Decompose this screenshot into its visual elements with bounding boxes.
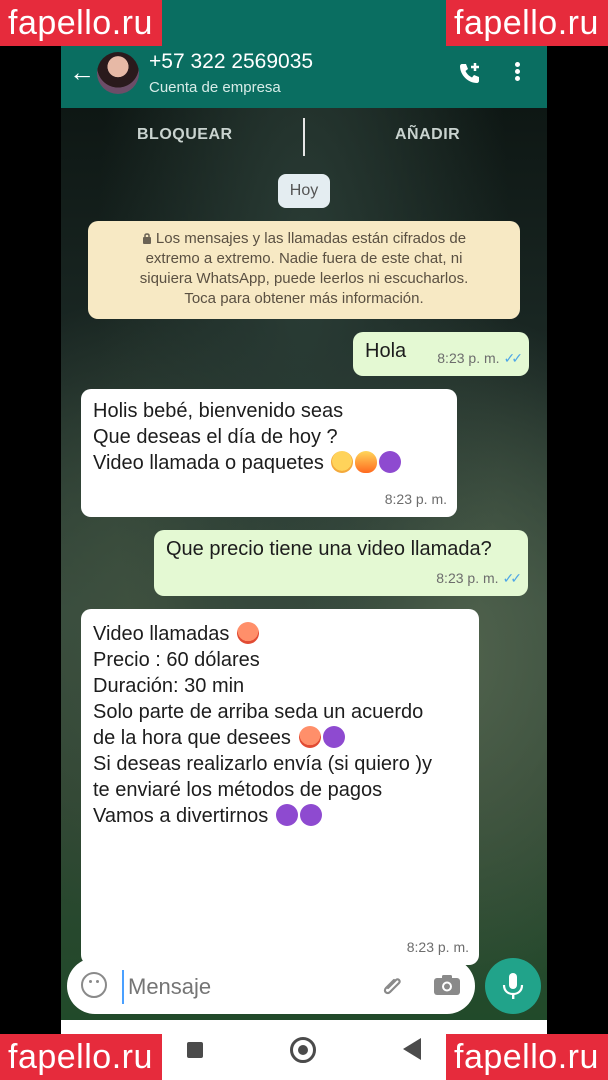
watermark: fapello.ru <box>446 0 608 46</box>
devil-emoji-icon <box>322 726 345 748</box>
notice-line: Los mensajes y las llamadas están cifrad… <box>155 230 467 247</box>
message-text: Que deseas el día de hoy ? <box>93 426 338 448</box>
fire-emoji-icon <box>355 451 378 473</box>
read-ticks-icon: ✓✓ <box>503 350 524 366</box>
devil-emoji-icon <box>379 451 402 473</box>
watermark: fapello.ru <box>0 0 162 46</box>
message-text: Video llamada o paquetes <box>93 452 324 474</box>
add-contact-button[interactable]: AÑADIR <box>395 126 460 144</box>
message-composer <box>67 958 475 1014</box>
microphone-icon <box>502 973 524 999</box>
encryption-notice[interactable]: Los mensajes y las llamadas están cifrad… <box>88 221 520 319</box>
kiss-emoji-icon <box>331 451 354 473</box>
contact-subtitle: Cuenta de empresa <box>149 79 281 96</box>
message-time: 8:23 p. m. <box>436 570 499 586</box>
contact-name[interactable]: +57 322 2569035 <box>149 50 313 74</box>
message-time: 8:23 p. m. <box>384 491 447 507</box>
message-text: Holis bebé, bienvenido seas <box>93 400 344 422</box>
notice-line: Toca para obtener más información. <box>184 290 424 307</box>
message-text: Que precio tiene una video llamada? <box>166 538 492 560</box>
more-options-icon[interactable] <box>513 60 521 86</box>
notice-line: siquiera WhatsApp, puede leerlos ni escu… <box>139 270 469 287</box>
message-bubble-outgoing[interactable]: Hola 8:23 p. m. ✓✓ <box>353 332 529 376</box>
microphone-button[interactable] <box>485 958 541 1014</box>
recent-apps-icon[interactable] <box>187 1042 203 1058</box>
message-input[interactable] <box>122 970 370 1004</box>
attach-paperclip-icon[interactable] <box>379 972 407 1000</box>
message-meta: 8:23 p. m. ✓✓ <box>437 345 524 371</box>
camera-icon[interactable] <box>433 974 461 996</box>
read-ticks-icon: ✓✓ <box>502 570 523 586</box>
watermark: fapello.ru <box>446 1034 608 1080</box>
watermark: fapello.ru <box>0 1034 162 1080</box>
nav-back-icon[interactable] <box>403 1038 421 1060</box>
message-bubble-incoming[interactable]: Holis bebé, bienvenido seas Que deseas e… <box>81 389 457 517</box>
message-text: Video llamadas <box>93 623 230 645</box>
lock-icon <box>142 233 151 244</box>
back-arrow-icon[interactable]: ← <box>69 58 97 86</box>
message-bubble-incoming[interactable]: Video llamadas Precio : 60 dólares Durac… <box>81 609 479 965</box>
message-bubble-outgoing[interactable]: Que precio tiene una video llamada? 8:23… <box>154 530 528 596</box>
message-time: 8:23 p. m. <box>437 350 500 366</box>
emoji-picker-icon[interactable] <box>81 972 107 998</box>
message-text: te enviaré los métodos de pagos <box>93 779 383 801</box>
devil-emoji-icon <box>275 804 298 826</box>
contact-action-bar: BLOQUEAR AÑADIR <box>61 108 547 166</box>
message-text: Vamos a divertirnos <box>93 805 269 827</box>
message-text: Duración: 30 min <box>93 675 245 697</box>
message-text: de la hora que desees <box>93 727 291 749</box>
home-icon[interactable] <box>290 1037 316 1063</box>
chat-area[interactable]: BLOQUEAR AÑADIR Hoy Los mensajes y las l… <box>61 108 547 1020</box>
contact-avatar[interactable] <box>97 52 139 94</box>
add-call-icon[interactable] <box>455 60 483 88</box>
message-text: Precio : 60 dólares <box>93 649 260 671</box>
block-button[interactable]: BLOQUEAR <box>137 126 233 144</box>
hot-face-emoji-icon <box>298 726 321 748</box>
notice-line: extremo a extremo. Nadie fuera de este c… <box>145 250 463 267</box>
message-text: Si deseas realizarlo envía (si quiero )y <box>93 753 433 775</box>
phone-screen: ⏰ ▮▮▮ ← +57 322 2569035 Cuenta de empres… <box>61 0 547 1080</box>
devil-emoji-icon <box>299 804 322 826</box>
message-text: Solo parte de arriba seda un acuerdo <box>93 701 424 723</box>
date-chip: Hoy <box>278 174 330 208</box>
chat-header: ← +57 322 2569035 Cuenta de empresa <box>61 44 547 108</box>
message-meta: 8:23 p. m. ✓✓ <box>436 565 523 591</box>
action-divider <box>303 118 305 156</box>
hot-face-emoji-icon <box>236 622 259 644</box>
message-time: 8:23 p. m. <box>406 939 469 955</box>
